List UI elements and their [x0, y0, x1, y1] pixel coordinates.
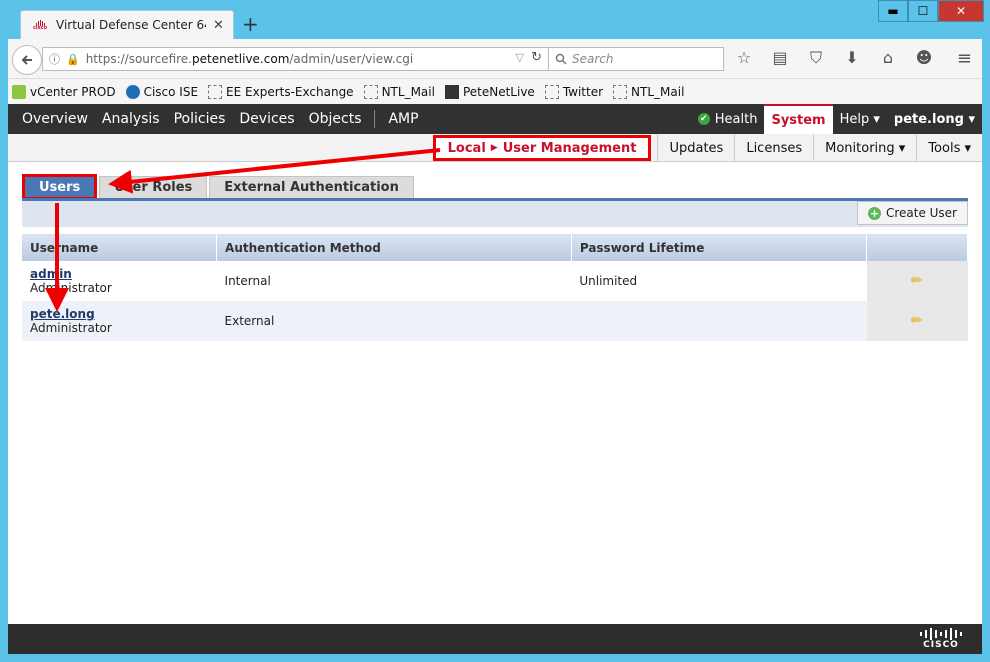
auth-method-cell: External: [216, 301, 572, 341]
url-dropdown-icon[interactable]: ▽: [516, 51, 524, 64]
create-user-button[interactable]: + Create User: [856, 201, 968, 225]
nav-amp[interactable]: AMP: [381, 104, 425, 134]
username-link[interactable]: pete.long: [30, 307, 216, 321]
search-input[interactable]: Search: [548, 47, 724, 71]
bookmark-ntl-mail[interactable]: NTL_Mail: [363, 84, 435, 99]
pocket-icon[interactable]: ⛉: [806, 48, 826, 68]
bookmark-petenetlive[interactable]: PeteNetLive: [444, 84, 535, 99]
cisco-ise-icon: [125, 84, 140, 99]
password-lifetime-cell: Unlimited: [571, 261, 867, 301]
table-row: pete.long Administrator External ✏: [22, 301, 968, 341]
bookmark-ntl-mail-2[interactable]: NTL_Mail: [613, 84, 684, 99]
subnav-monitoring[interactable]: Monitoring ▾: [813, 134, 916, 162]
url-text: https://sourcefire.petenetlive.com/admin…: [85, 52, 414, 66]
col-username[interactable]: Username: [22, 234, 218, 261]
bookmark-experts-exchange[interactable]: EE Experts-Exchange: [208, 84, 354, 99]
subnav-local-user-management[interactable]: Local ▶ User Management: [432, 135, 652, 161]
nav-user-menu[interactable]: pete.long ▾: [887, 104, 982, 134]
top-nav: Overview Analysis Policies Devices Objec…: [8, 104, 982, 134]
cisco-favicon-icon: cisco: [31, 19, 49, 31]
page-icon: [208, 84, 223, 99]
nav-analysis[interactable]: Analysis: [95, 104, 167, 134]
downloads-icon[interactable]: ⬇: [842, 48, 862, 68]
bookmark-twitter[interactable]: Twitter: [544, 84, 603, 99]
smiley-icon[interactable]: ☻: [914, 48, 934, 68]
col-auth-method[interactable]: Authentication Method: [216, 234, 572, 261]
url-bar[interactable]: ⓘ 🔒 https://sourcefire.petenetlive.com/a…: [42, 47, 549, 71]
action-bar: + Create User: [22, 201, 968, 227]
hamburger-menu-icon[interactable]: ≡: [957, 48, 972, 69]
nav-health[interactable]: ✔ Health: [691, 104, 765, 134]
tab-title: Virtual Defense Center 64b...: [56, 18, 206, 32]
new-tab-button[interactable]: +: [242, 13, 259, 35]
nav-overview[interactable]: Overview: [15, 104, 95, 134]
search-icon: [555, 53, 567, 65]
nav-system[interactable]: System: [764, 104, 833, 134]
nav-devices[interactable]: Devices: [232, 104, 301, 134]
info-icon: ⓘ: [49, 53, 60, 66]
nav-objects[interactable]: Objects: [302, 104, 369, 134]
nav-policies[interactable]: Policies: [167, 104, 233, 134]
add-icon: +: [867, 206, 881, 220]
tab-user-roles[interactable]: User Roles: [99, 176, 208, 198]
user-role: Administrator: [30, 281, 112, 295]
minimize-button[interactable]: ▬: [878, 0, 908, 22]
tab-users[interactable]: Users: [22, 174, 98, 200]
nav-help[interactable]: Help ▾: [833, 104, 887, 134]
subnav-updates[interactable]: Updates: [657, 134, 734, 162]
cisco-logo-icon: CISCO: [920, 628, 962, 651]
col-actions: [866, 234, 968, 261]
subnav-tools[interactable]: Tools ▾: [916, 134, 982, 162]
page-content: Overview Analysis Policies Devices Objec…: [8, 104, 982, 624]
user-role: Administrator: [30, 321, 112, 335]
bookmarks-bar: vCenter PROD Cisco ISE EE Experts-Exchan…: [8, 79, 982, 104]
bookmark-cisco-ise[interactable]: Cisco ISE: [125, 84, 198, 99]
page-icon: [613, 84, 628, 99]
reload-icon[interactable]: ↻: [531, 50, 542, 65]
edit-pencil-icon[interactable]: ✏: [911, 313, 923, 329]
browser-tab[interactable]: cisco Virtual Defense Center 64b... ✕: [20, 10, 234, 39]
username-link[interactable]: admin: [30, 267, 216, 281]
nav-divider: [374, 110, 376, 128]
page-icon: [544, 84, 559, 99]
reading-list-icon[interactable]: ▤: [770, 48, 790, 68]
lock-icon: 🔒: [66, 52, 80, 66]
col-password-lifetime[interactable]: Password Lifetime: [571, 234, 868, 261]
tab-external-authentication[interactable]: External Authentication: [209, 176, 414, 198]
password-lifetime-cell: [571, 301, 867, 341]
vcenter-icon: [12, 84, 26, 99]
page-icon: [363, 84, 378, 99]
bookmark-vcenter[interactable]: vCenter PROD: [12, 84, 116, 99]
back-button[interactable]: [12, 45, 42, 75]
health-check-icon: ✔: [697, 113, 710, 125]
back-arrow-icon: [21, 55, 32, 65]
maximize-button[interactable]: ☐: [908, 0, 938, 22]
window-titlebar: cisco Virtual Defense Center 64b... ✕ + …: [0, 0, 990, 39]
table-row: admin Administrator Internal Unlimited ✏: [22, 261, 968, 301]
edit-pencil-icon[interactable]: ✏: [911, 273, 923, 289]
page-tabs: Users User Roles External Authentication: [22, 174, 414, 200]
auth-method-cell: Internal: [216, 261, 572, 301]
sub-nav: Local ▶ User Management Updates Licenses M…: [8, 134, 982, 162]
petenetlive-icon: [444, 84, 459, 99]
users-table: Username Authentication Method Password …: [22, 234, 968, 341]
search-placeholder: Search: [572, 52, 614, 66]
tab-close-icon[interactable]: ✕: [213, 18, 224, 33]
close-window-button[interactable]: ✕: [938, 0, 984, 22]
page-footer: CISCO: [8, 624, 982, 654]
bookmark-star-icon[interactable]: ☆: [734, 48, 754, 68]
subnav-licenses[interactable]: Licenses: [734, 134, 813, 162]
browser-navbar: ⓘ 🔒 https://sourcefire.petenetlive.com/a…: [8, 39, 982, 79]
home-icon[interactable]: ⌂: [878, 48, 898, 68]
